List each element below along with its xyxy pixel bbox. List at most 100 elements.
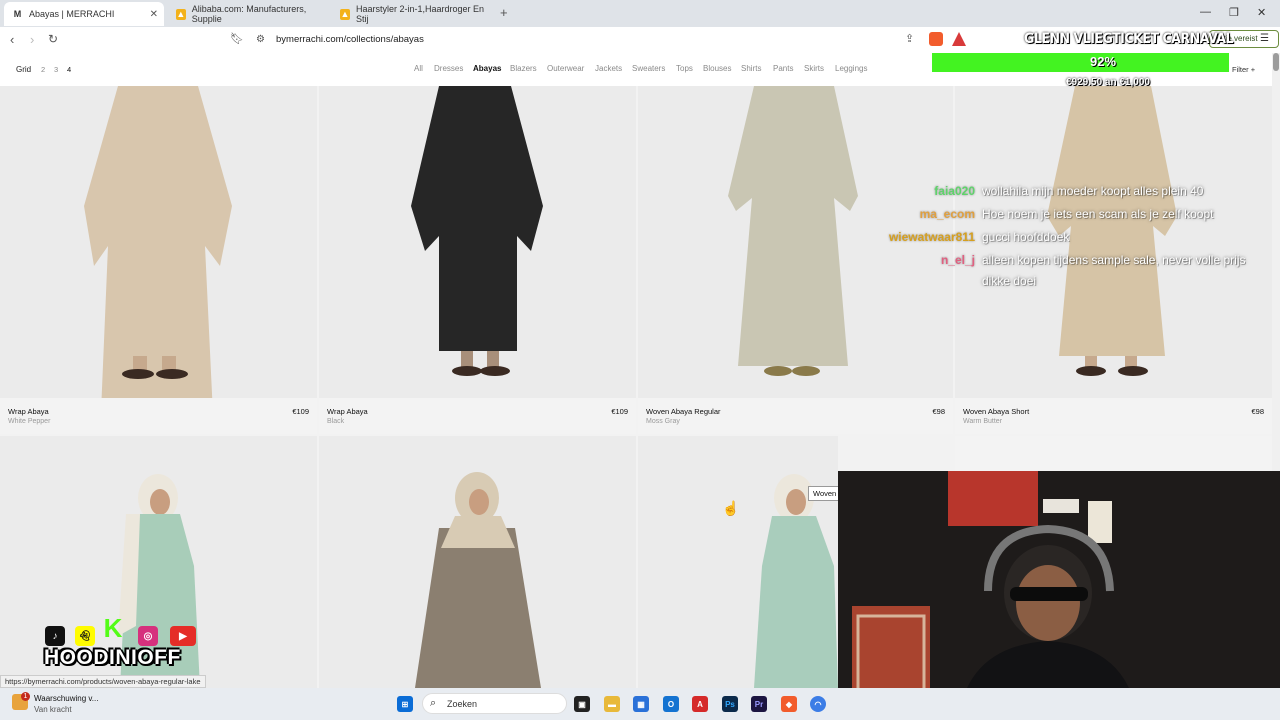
notification-subtitle: Van kracht (34, 705, 72, 714)
product-price: €109 (292, 407, 309, 416)
taskbar-search[interactable]: ⌕ Zoeken (422, 693, 567, 714)
hover-tooltip: Woven (808, 486, 842, 501)
premiere-icon[interactable]: Pr (751, 696, 767, 712)
webcam-feed (838, 471, 1280, 720)
tab-alibaba[interactable]: ▲ Alibaba.com: Manufacturers, Supplie (168, 2, 330, 26)
product-price: €98 (1251, 407, 1264, 416)
product-name[interactable]: Wrap Abaya (8, 407, 49, 416)
bookmark-icon[interactable]: 🔖︎ (230, 32, 244, 45)
grid-option-3[interactable]: 3 (54, 65, 58, 74)
windows-taskbar: 1 Waarschuwing v... Van kracht ⊞ ⌕ Zoeke… (0, 688, 1280, 720)
new-tab-button[interactable]: + (500, 5, 508, 20)
snapchat-icon: 👻︎ (75, 626, 95, 646)
category-jackets[interactable]: Jackets (595, 64, 622, 73)
category-sweaters[interactable]: Sweaters (632, 64, 665, 73)
photoshop-icon[interactable]: Ps (722, 696, 738, 712)
product-price: €98 (932, 407, 945, 416)
minimize-icon[interactable]: — (1200, 6, 1211, 18)
webcam-scene (838, 471, 1280, 720)
chat-message: wollahila mijn moeder koopt alles plein … (982, 184, 1204, 198)
product-card[interactable]: Wrap Abaya €109 Black (319, 86, 636, 434)
reload-icon[interactable]: ↻ (48, 32, 58, 46)
alibaba-icon: ▲ (340, 8, 350, 20)
notification-title[interactable]: Waarschuwing v... (34, 694, 98, 703)
category-leggings[interactable]: Leggings (835, 64, 867, 73)
donation-goal-progress-bar (932, 53, 1229, 72)
category-blouses[interactable]: Blouses (703, 64, 731, 73)
tab-label: Haarstyler 2-in-1,Haardroger En Stij (356, 4, 485, 24)
category-blazers[interactable]: Blazers (510, 64, 537, 73)
brave-shields-icon[interactable] (929, 32, 943, 46)
maximize-icon[interactable]: ❐ (1229, 6, 1239, 19)
product-price: €109 (611, 407, 628, 416)
abaya-figure (754, 474, 838, 688)
product-card[interactable]: Woven (638, 436, 842, 688)
windows-start-icon[interactable]: ⊞ (397, 696, 413, 712)
filter-button[interactable]: Filter + (1232, 65, 1255, 74)
product-name[interactable]: Woven Abaya Short (963, 407, 1029, 416)
category-outerwear[interactable]: Outerwear (547, 64, 584, 73)
search-icon: ⌕ (430, 697, 437, 709)
file-explorer-icon[interactable]: ▬ (604, 696, 620, 712)
category-pants[interactable]: Pants (773, 64, 793, 73)
tab-haarstyler[interactable]: ▲ Haarstyler 2-in-1,Haardroger En Stij (332, 2, 494, 26)
grid-option-2[interactable]: 2 (41, 65, 45, 74)
product-card[interactable]: Wrap Abaya €109 White Pepper (0, 86, 317, 434)
task-view-icon[interactable]: ▣ (574, 696, 590, 712)
product-image[interactable] (319, 436, 636, 688)
acrobat-icon[interactable]: A (692, 696, 708, 712)
merrachi-favicon-icon: M (13, 9, 22, 19)
tiktok-icon: ♪ (45, 626, 65, 646)
app-icon[interactable]: ◠ (810, 696, 826, 712)
chat-message: Hoe noem je iets een scam als je zelf ko… (982, 207, 1214, 221)
tab-abayas[interactable]: M Abayas | MERRACHI ✕ (4, 2, 164, 26)
product-card[interactable] (319, 436, 636, 688)
instagram-icon: ◎ (138, 626, 158, 646)
product-image[interactable] (319, 86, 636, 398)
status-bar-url: https://bymerrachi.com/products/woven-ab… (0, 675, 206, 688)
chat-username: wiewatwaar811 (888, 230, 975, 244)
brave-rewards-icon[interactable] (952, 32, 966, 46)
chat-username: ma_ecom (919, 207, 975, 221)
category-skirts[interactable]: Skirts (804, 64, 824, 73)
window-close-icon[interactable]: ✕ (1257, 6, 1266, 19)
tab-label: Abayas | MERRACHI (29, 9, 115, 19)
abaya-figure (84, 86, 232, 398)
address-bar[interactable]: bymerrachi.com/collections/abayas (276, 34, 424, 45)
product-name[interactable]: Woven Abaya Regular (646, 407, 721, 416)
site-info-icon[interactable]: ⚙ (256, 34, 265, 45)
category-shirts[interactable]: Shirts (741, 64, 761, 73)
close-tab-icon[interactable]: ✕ (150, 9, 158, 20)
chat-message: alleen kopen tijdens sample sale, never … (982, 253, 1246, 288)
search-placeholder: Zoeken (447, 699, 478, 709)
chat-username: faia020 (934, 184, 975, 198)
menu-icon[interactable]: ☰ (1260, 33, 1269, 44)
back-icon[interactable]: ‹ (10, 32, 14, 47)
brave-browser-icon[interactable]: ◆ (781, 696, 797, 712)
streamer-brand: HOODINIOFF (44, 646, 181, 669)
product-image[interactable] (0, 86, 317, 398)
product-color: Warm Butter (963, 418, 1003, 425)
category-tops[interactable]: Tops (676, 64, 693, 73)
forward-icon[interactable]: › (30, 32, 34, 47)
category-all[interactable]: All (414, 64, 423, 73)
product-color: White Pepper (8, 418, 51, 425)
scrollbar-thumb[interactable] (1273, 53, 1279, 71)
chat-message: gucci hoofddoek (982, 230, 1070, 244)
product-color: Moss Gray (646, 418, 680, 425)
product-card[interactable] (955, 436, 1272, 471)
grid-option-4[interactable]: 4 (67, 65, 71, 74)
outlook-icon[interactable]: O (663, 696, 679, 712)
notification-badge: 1 (21, 692, 30, 701)
product-image[interactable] (638, 436, 838, 688)
share-icon[interactable]: ⇪ (905, 32, 914, 45)
kick-icon: K (103, 612, 123, 643)
grid-label: Grid (16, 65, 32, 74)
category-dresses[interactable]: Dresses (434, 64, 463, 73)
product-name[interactable]: Wrap Abaya (327, 407, 368, 416)
category-abayas[interactable]: Abayas (473, 64, 501, 73)
alibaba-icon: ▲ (176, 8, 186, 20)
store-icon[interactable]: ▦ (633, 696, 649, 712)
tab-label: Alibaba.com: Manufacturers, Supplie (191, 4, 307, 24)
abaya-figure (415, 472, 541, 688)
